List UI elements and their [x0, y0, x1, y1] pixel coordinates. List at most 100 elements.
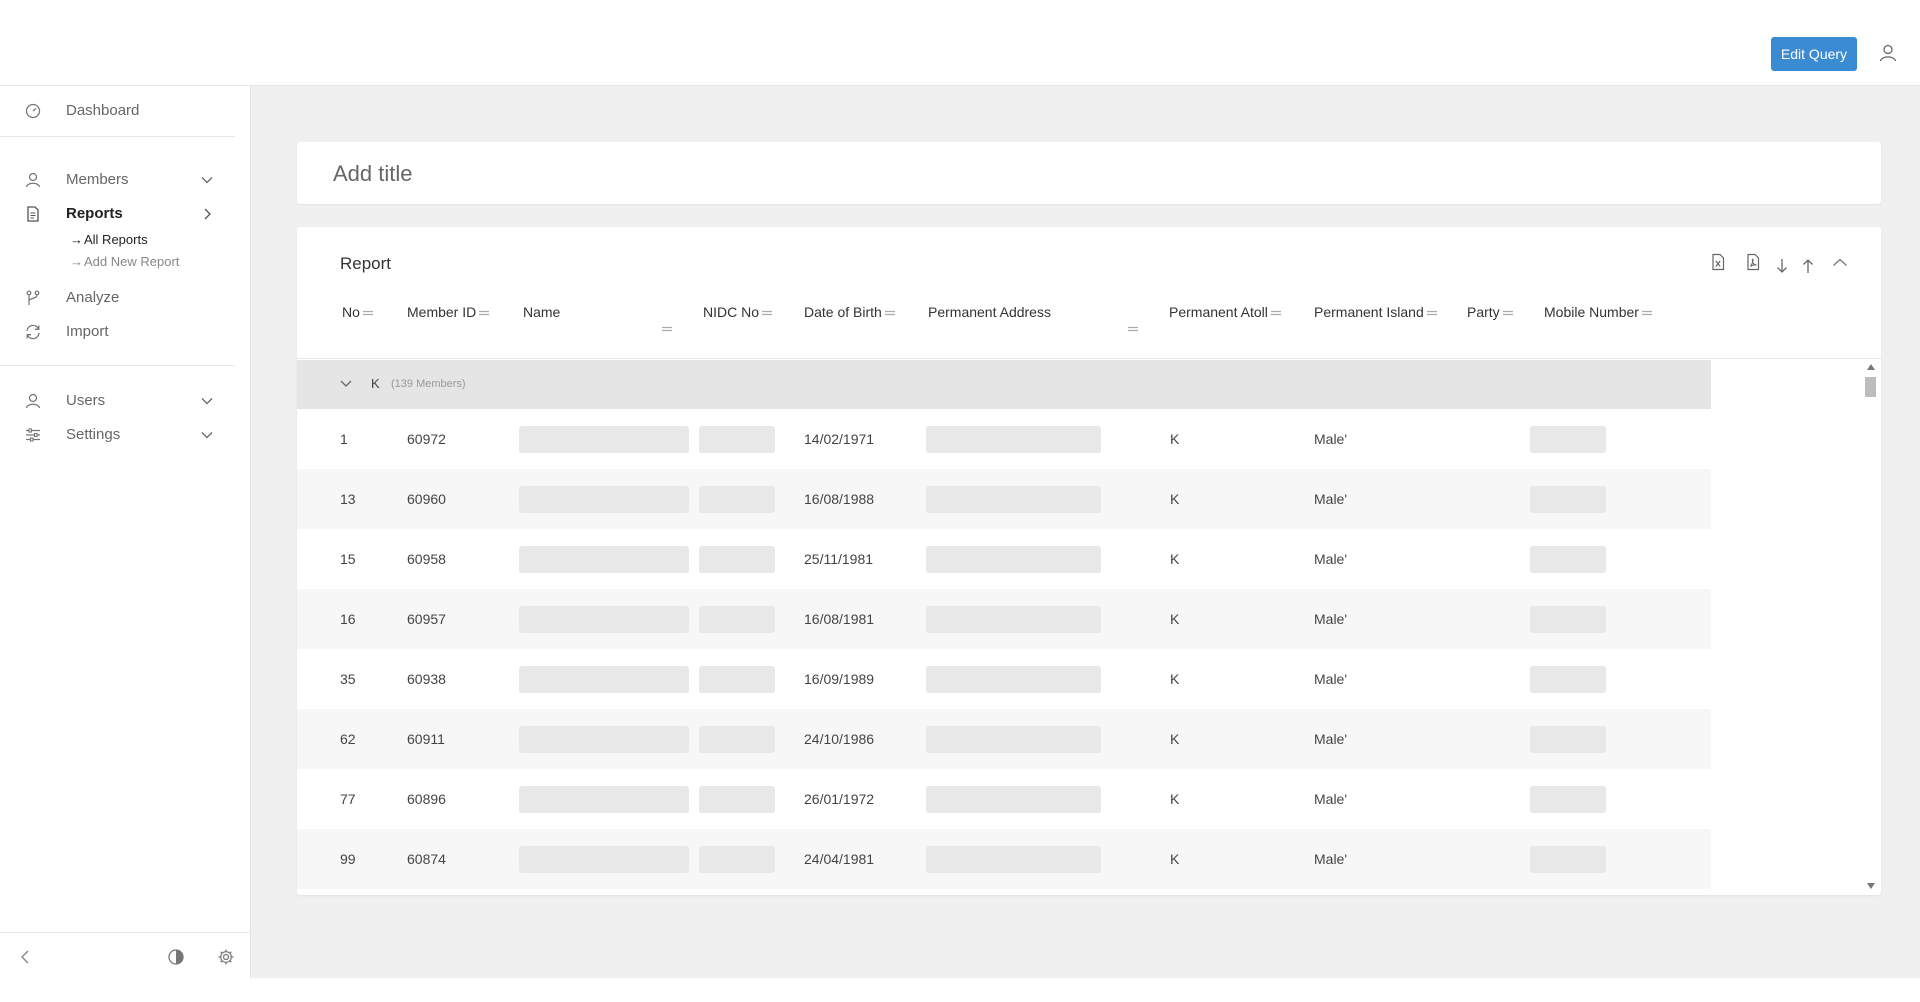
redacted-name	[519, 426, 689, 453]
table-scrollbar[interactable]	[1864, 360, 1878, 895]
sidebar-item-reports[interactable]: Reports	[0, 199, 250, 229]
contrast-icon[interactable]	[167, 948, 185, 966]
sidebar-item-label: Settings	[66, 426, 121, 443]
column-menu-icon[interactable]	[661, 325, 673, 333]
arrow-down-icon[interactable]	[1773, 257, 1791, 275]
column-header-name[interactable]: Name	[523, 295, 560, 329]
cell-dob: 14/02/1971	[804, 431, 875, 447]
edit-query-button[interactable]: Edit Query	[1771, 37, 1857, 71]
column-menu-icon[interactable]	[478, 309, 490, 317]
column-header-permanent-address[interactable]: Permanent Address	[928, 295, 1051, 329]
excel-file-icon[interactable]	[1709, 253, 1727, 271]
sidebar-divider	[0, 365, 235, 366]
column-menu-icon[interactable]	[1270, 309, 1282, 317]
sidebar-subitem-all-reports[interactable]: →All Reports	[70, 232, 148, 252]
sidebar-footer-divider	[0, 932, 250, 933]
cell-island: Male'	[1314, 551, 1348, 567]
chevron-down-icon	[201, 177, 213, 184]
cell-no: 35	[340, 671, 356, 687]
redacted-name	[519, 726, 689, 753]
gear-icon[interactable]	[217, 948, 235, 966]
cell-island: Male'	[1314, 611, 1348, 627]
pdf-file-icon[interactable]	[1744, 253, 1762, 271]
user-icon[interactable]	[1878, 43, 1898, 63]
column-menu-icon[interactable]	[1426, 309, 1438, 317]
redacted-mobile	[1530, 606, 1606, 633]
chevron-down-icon[interactable]	[339, 378, 353, 390]
sidebar-item-analyze[interactable]: Analyze	[0, 283, 250, 313]
cell-atoll: K	[1170, 791, 1180, 807]
title-card	[297, 142, 1881, 204]
report-title-input[interactable]	[331, 156, 1135, 192]
sidebar-item-members[interactable]: Members	[0, 165, 250, 195]
sidebar-item-import[interactable]: Import	[0, 317, 250, 347]
table-row[interactable]: 99 60874 24/04/1981 K Male'	[297, 829, 1711, 889]
column-header-member-id[interactable]: Member ID	[407, 295, 490, 329]
cell-island: Male'	[1314, 491, 1348, 507]
redacted-name	[519, 846, 689, 873]
column-menu-icon[interactable]	[761, 309, 773, 317]
sidebar-item-settings[interactable]: Settings	[0, 420, 250, 450]
sidebar-item-dashboard[interactable]: Dashboard	[0, 96, 250, 126]
column-header-party[interactable]: Party	[1467, 295, 1514, 329]
redacted-address	[926, 426, 1101, 453]
sidebar-item-label: Members	[66, 171, 129, 188]
cell-member-id: 60896	[407, 791, 446, 807]
cell-dob: 25/11/1981	[804, 551, 874, 567]
column-menu-icon[interactable]	[1127, 325, 1139, 333]
redacted-mobile	[1530, 726, 1606, 753]
table-row[interactable]: 77 60896 26/01/1972 K Male'	[297, 769, 1711, 829]
column-menu-icon[interactable]	[362, 309, 374, 317]
redacted-nidc	[699, 486, 775, 513]
redacted-nidc	[699, 726, 775, 753]
redacted-mobile	[1530, 666, 1606, 693]
group-row[interactable]: K (139 Members)	[297, 360, 1711, 409]
report-card: Report No Member ID Name NIDC No Date of…	[297, 227, 1881, 895]
scroll-down-arrow-icon[interactable]	[1867, 883, 1875, 889]
cell-dob: 16/08/1981	[804, 611, 875, 627]
sidebar-subitem-add-new-report[interactable]: →Add New Report	[70, 254, 179, 274]
scroll-up-arrow-icon[interactable]	[1867, 364, 1875, 370]
cell-dob: 16/08/1988	[804, 491, 875, 507]
column-header-date-of-birth[interactable]: Date of Birth	[804, 295, 896, 329]
table-row[interactable]: 35 60938 16/09/1989 K Male'	[297, 649, 1711, 709]
column-menu-icon[interactable]	[1502, 309, 1514, 317]
arrow-up-icon[interactable]	[1799, 257, 1817, 275]
cell-no: 1	[340, 431, 348, 447]
report-heading: Report	[340, 254, 392, 273]
table-row[interactable]: 62 60911 24/10/1986 K Male'	[297, 709, 1711, 769]
cell-dob: 16/09/1989	[804, 671, 875, 687]
redacted-nidc	[699, 786, 775, 813]
redacted-mobile	[1530, 786, 1606, 813]
column-header-mobile-number[interactable]: Mobile Number	[1544, 295, 1653, 329]
cell-dob: 24/04/1981	[804, 851, 875, 867]
cell-no: 99	[340, 851, 356, 867]
table-row[interactable]: 1 60972 14/02/1971 K Male'	[297, 409, 1711, 469]
redacted-name	[519, 666, 689, 693]
cell-no: 13	[340, 491, 356, 507]
cell-atoll: K	[1170, 611, 1180, 627]
column-header-permanent-island[interactable]: Permanent Island	[1314, 295, 1438, 329]
column-header-nidc-no[interactable]: NIDC No	[703, 295, 773, 329]
table-row[interactable]: 15 60958 25/11/1981 K Male'	[297, 529, 1711, 589]
column-header-permanent-atoll[interactable]: Permanent Atoll	[1169, 295, 1282, 329]
main-content: Report No Member ID Name NIDC	[251, 86, 1920, 978]
chevron-right-icon	[204, 208, 211, 220]
redacted-address	[926, 666, 1101, 693]
scrollbar-thumb[interactable]	[1865, 377, 1876, 397]
group-count: (139 Members)	[391, 378, 466, 390]
table-row[interactable]: 16 60957 16/08/1981 K Male'	[297, 589, 1711, 649]
table-row[interactable]: 13 60960 16/08/1988 K Male'	[297, 469, 1711, 529]
redacted-nidc	[699, 606, 775, 633]
chevron-down-icon	[201, 432, 213, 439]
cell-member-id: 60958	[407, 551, 446, 567]
column-header-no[interactable]: No	[342, 295, 374, 329]
cell-dob: 26/01/1972	[804, 791, 875, 807]
column-menu-icon[interactable]	[884, 309, 896, 317]
cell-island: Male'	[1314, 851, 1348, 867]
column-menu-icon[interactable]	[1641, 309, 1653, 317]
chevron-up-icon[interactable]	[1831, 254, 1849, 272]
sidebar-item-users[interactable]: Users	[0, 386, 250, 416]
arrow-right-icon: →	[70, 254, 83, 269]
collapse-sidebar-icon[interactable]	[16, 948, 34, 966]
